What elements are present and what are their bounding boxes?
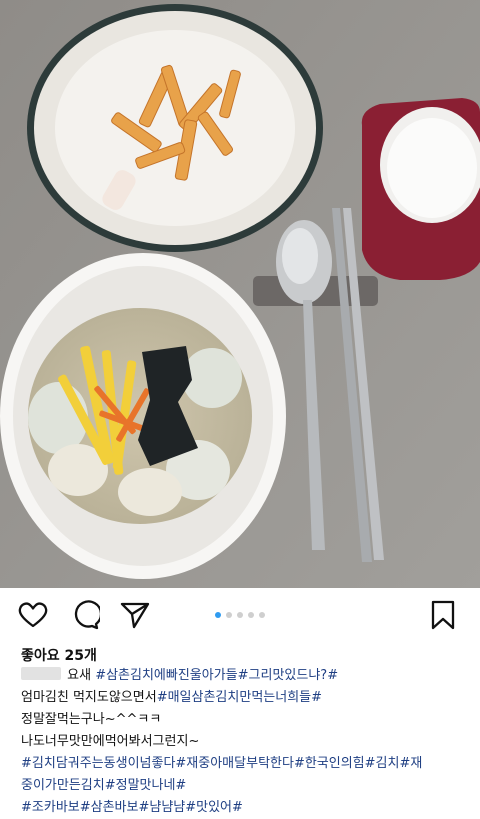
post-photo[interactable]: [0, 0, 480, 588]
caption-line: 엄마김친 먹지도않으면서#매일삼촌김치만먹는너희들#: [21, 687, 473, 709]
username[interactable]: [21, 667, 61, 680]
caption-line: 나도너무맛만에먹어봐서그런지~: [21, 731, 473, 753]
carousel-dot: [226, 612, 232, 618]
hashtag-text[interactable]: 중이가만든김치#정말맛나네#: [21, 778, 186, 793]
carousel-dot: [237, 612, 243, 618]
hashtag-text[interactable]: #매일삼촌김치만먹는너희들#: [157, 690, 322, 705]
post-caption: 요새 #삼촌김치에빠진울아가들#그리맛있드냐?# 엄마김친 먹지도않으면서#매일…: [21, 665, 473, 819]
post-action-bar: [0, 588, 480, 644]
caption-text: 정말잘먹는구나~^^ㅋㅋ: [21, 712, 162, 727]
carousel-indicator: [0, 612, 480, 618]
hashtag-text[interactable]: #조카바보#삼촌바보#냠냠냠#맛있어#: [21, 800, 243, 815]
caption-line: #조카바보#삼촌바보#냠냠냠#맛있어#: [21, 797, 473, 819]
caption-line: #김치담궈주는동생이넘좋다#재중아매달부탁한다#한국인의힘#김치#재: [21, 753, 473, 775]
hashtag-text[interactable]: #삼촌김치에빠진울아가들#그리맛있드냐?#: [91, 668, 338, 683]
caption-line: 정말잘먹는구나~^^ㅋㅋ: [21, 709, 473, 731]
carousel-dot: [215, 612, 221, 618]
caption-line: 중이가만든김치#정말맛나네#: [21, 775, 473, 797]
likes-count[interactable]: 좋아요 25개: [21, 647, 97, 665]
hashtag-text[interactable]: #김치담궈주는동생이넘좋다#재중아매달부탁한다#한국인의힘#김치#재: [21, 756, 422, 771]
caption-line: 요새 #삼촌김치에빠진울아가들#그리맛있드냐?#: [21, 665, 473, 687]
caption-text: 요새: [63, 668, 92, 683]
carousel-dot: [248, 612, 254, 618]
carousel-dot: [259, 612, 265, 618]
bookmark-icon[interactable]: [426, 598, 460, 632]
caption-text: 나도너무맛만에먹어봐서그런지~: [21, 734, 200, 749]
food-photo-image: [0, 0, 480, 588]
caption-text: 엄마김친 먹지도않으면서: [21, 690, 157, 705]
